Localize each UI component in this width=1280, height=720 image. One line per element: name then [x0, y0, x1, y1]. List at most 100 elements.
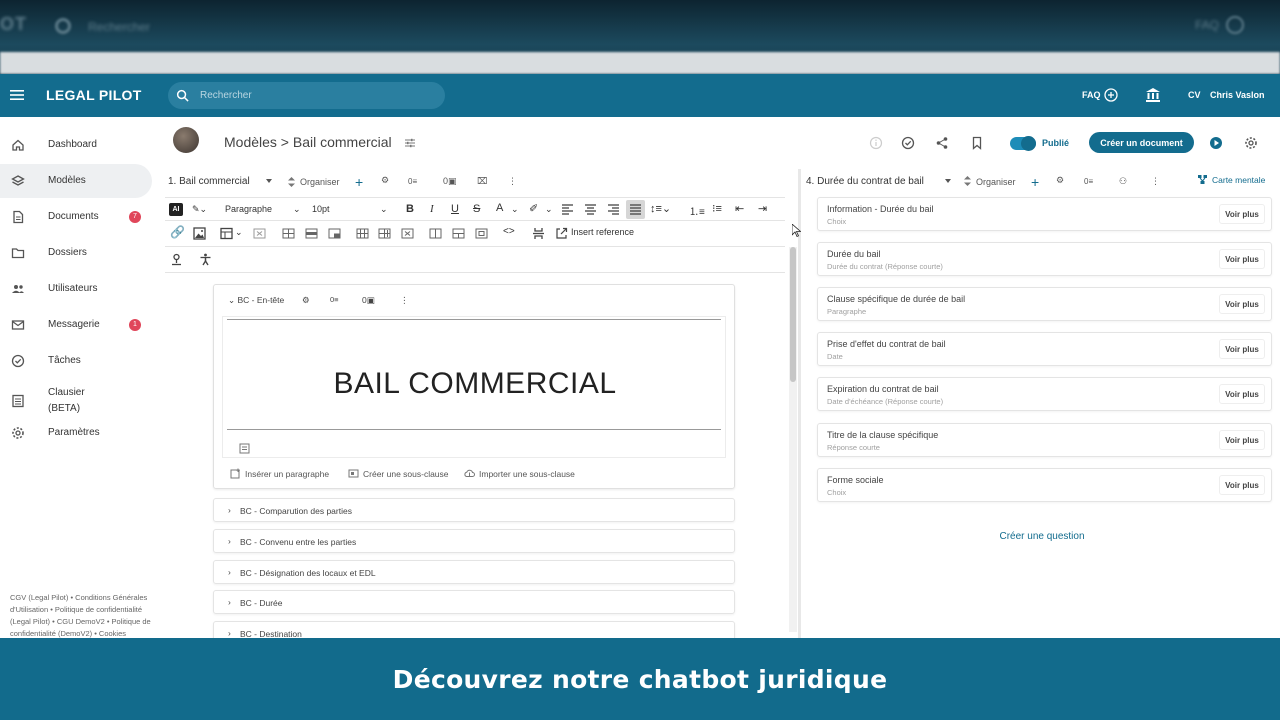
see-more-button[interactable]: Voir plus [1219, 294, 1265, 314]
strikethrough-icon[interactable]: S [473, 203, 480, 215]
chevron-down-icon[interactable]: ⌄ [235, 227, 243, 238]
align-left-icon[interactable] [561, 203, 574, 216]
insert-paragraph-button[interactable]: Insérer un paragraphe [230, 468, 329, 479]
code-icon[interactable]: <> [503, 226, 515, 237]
organize-button[interactable]: Organiser [300, 177, 340, 187]
text-color-icon[interactable]: A [496, 202, 503, 214]
numbered-list-icon[interactable]: ⒈≡ [689, 203, 705, 218]
insert-column-icon[interactable] [378, 227, 391, 240]
question-card[interactable]: Durée du bail Durée du contrat (Réponse c… [817, 242, 1272, 276]
user-name[interactable]: Chris Vaslon [1210, 90, 1265, 100]
settings-sliders-icon[interactable] [404, 137, 416, 149]
app-logo[interactable]: LEGAL PILOT [46, 87, 142, 103]
publish-toggle[interactable] [1010, 136, 1036, 151]
import-subclause-button[interactable]: Importer une sous-clause [464, 468, 575, 479]
subclause-row[interactable]: › BC - Destination [213, 621, 735, 638]
settings-sliders-icon[interactable]: ⚙ [1056, 175, 1064, 186]
ai-button[interactable]: AI [169, 203, 183, 216]
variables-icon[interactable]: 0≡ [1084, 177, 1093, 186]
chevron-down-icon[interactable]: ⌄ [545, 204, 553, 215]
sidebar-item-dashboard[interactable]: Dashboard [0, 128, 152, 162]
chevron-down-icon[interactable] [265, 177, 273, 185]
chevron-right-icon[interactable]: › [228, 567, 236, 577]
create-document-button[interactable]: Créer un document [1089, 132, 1194, 153]
delete-table-icon[interactable] [253, 227, 266, 240]
sidebar-item-documents[interactable]: Documents 7 [0, 200, 152, 234]
chevron-down-icon[interactable]: ⌄ [293, 204, 301, 215]
help-plus-icon[interactable] [1104, 88, 1118, 102]
bold-icon[interactable]: B [406, 203, 414, 215]
variables-icon[interactable]: 0≡ [408, 177, 417, 186]
hamburger-menu-icon[interactable] [9, 87, 25, 103]
share-icon[interactable] [935, 136, 949, 150]
faq-link[interactable]: FAQ [1082, 90, 1101, 100]
scrollbar-thumb[interactable] [790, 247, 796, 382]
question-card[interactable]: Expiration du contrat de bail Date d'éché… [817, 377, 1272, 411]
group-icon[interactable]: ⚇ [1119, 176, 1127, 187]
line-height-icon[interactable]: ↕≡⌄ [650, 202, 671, 215]
table-icon[interactable] [220, 227, 233, 240]
see-more-button[interactable]: Voir plus [1219, 430, 1265, 450]
delete-row-icon[interactable] [328, 227, 341, 240]
question-card[interactable]: Clause spécifique de durée de bail Paragr… [817, 287, 1272, 321]
play-icon[interactable] [1209, 136, 1223, 150]
add-question-icon[interactable]: + [1031, 174, 1039, 190]
add-section-icon[interactable]: + [355, 174, 363, 190]
search-input[interactable] [200, 87, 430, 104]
settings-sliders-icon[interactable]: ⚙ [381, 175, 389, 186]
underline-icon[interactable]: U [451, 203, 459, 215]
signature-person-icon[interactable] [170, 253, 183, 266]
align-right-icon[interactable] [607, 203, 620, 216]
page-break-icon[interactable] [532, 227, 545, 240]
panel-section-selector[interactable]: 4. Durée du contrat de bail [806, 176, 924, 187]
validate-icon[interactable] [901, 136, 915, 150]
cell-props-icon[interactable] [475, 227, 488, 240]
more-options-icon[interactable]: ⋮ [508, 176, 517, 187]
outdent-icon[interactable]: ⇤ [735, 202, 744, 215]
table-column-icon[interactable] [356, 227, 369, 240]
question-card[interactable]: Prise d'effet du contrat de bail Date Voir… [817, 332, 1272, 366]
chevron-right-icon[interactable]: › [228, 628, 236, 638]
see-more-button[interactable]: Voir plus [1219, 204, 1265, 224]
subclause-row[interactable]: › BC - Désignation des locaux et EDL [213, 560, 735, 584]
italic-icon[interactable]: I [430, 203, 434, 215]
sidebar-item-dossiers[interactable]: Dossiers [0, 236, 152, 270]
align-center-icon[interactable] [584, 203, 597, 216]
see-more-button[interactable]: Voir plus [1219, 384, 1265, 404]
highlight-icon[interactable]: ✐ [529, 202, 538, 215]
sidebar-item-taches[interactable]: Tâches [0, 344, 152, 378]
chevron-down-icon[interactable] [944, 177, 952, 185]
info-icon[interactable] [869, 136, 883, 150]
bank-icon[interactable] [1145, 87, 1161, 103]
create-subclause-button[interactable]: Créer une sous-clause [348, 468, 449, 479]
insert-reference-button[interactable]: Insert reference [571, 227, 634, 237]
chevron-down-icon[interactable]: ⌄ [380, 204, 388, 215]
subclause-row[interactable]: › BC - Convenu entre les parties [213, 529, 735, 553]
chevron-down-icon[interactable]: ⌄ [511, 204, 519, 215]
chevron-right-icon[interactable]: › [228, 597, 236, 607]
add-variable-icon[interactable]: 0▣ [362, 295, 375, 306]
legal-footer-links[interactable]: CGV (Legal Pilot) • Conditions Générales… [10, 592, 155, 638]
paragraph-icon[interactable] [239, 443, 250, 454]
table-row-icon[interactable] [282, 227, 295, 240]
create-question-link[interactable]: Créer une question [801, 531, 1280, 542]
chevron-right-icon[interactable]: › [228, 505, 236, 515]
question-card[interactable]: Forme sociale Choix Voir plus [817, 468, 1272, 502]
split-cells-icon[interactable] [452, 227, 465, 240]
external-link-icon[interactable] [555, 227, 568, 240]
panel-organize-button[interactable]: Organiser [976, 177, 1016, 187]
user-initials[interactable]: CV [1188, 90, 1201, 100]
bookmark-icon[interactable] [970, 136, 984, 150]
more-options-icon[interactable]: ⋮ [400, 295, 409, 306]
sidebar-item-utilisateurs[interactable]: Utilisateurs [0, 272, 152, 306]
link-icon[interactable]: 🔗 [170, 225, 185, 239]
mindmap-button[interactable]: Carte mentale [1197, 174, 1265, 185]
image-icon[interactable] [193, 227, 206, 240]
sidebar-item-parametres[interactable]: Paramètres [0, 416, 152, 450]
question-card[interactable]: Information - Durée du bail Choix Voir plu… [817, 197, 1272, 231]
question-card[interactable]: Titre de la clause spécifique Réponse cou… [817, 423, 1272, 457]
magic-wand-icon[interactable]: ✎⌄ [192, 204, 207, 215]
chevron-right-icon[interactable]: › [228, 536, 236, 546]
subclause-row[interactable]: › BC - Comparution des parties [213, 498, 735, 522]
document-title[interactable]: BAIL COMMERCIAL [223, 367, 727, 401]
